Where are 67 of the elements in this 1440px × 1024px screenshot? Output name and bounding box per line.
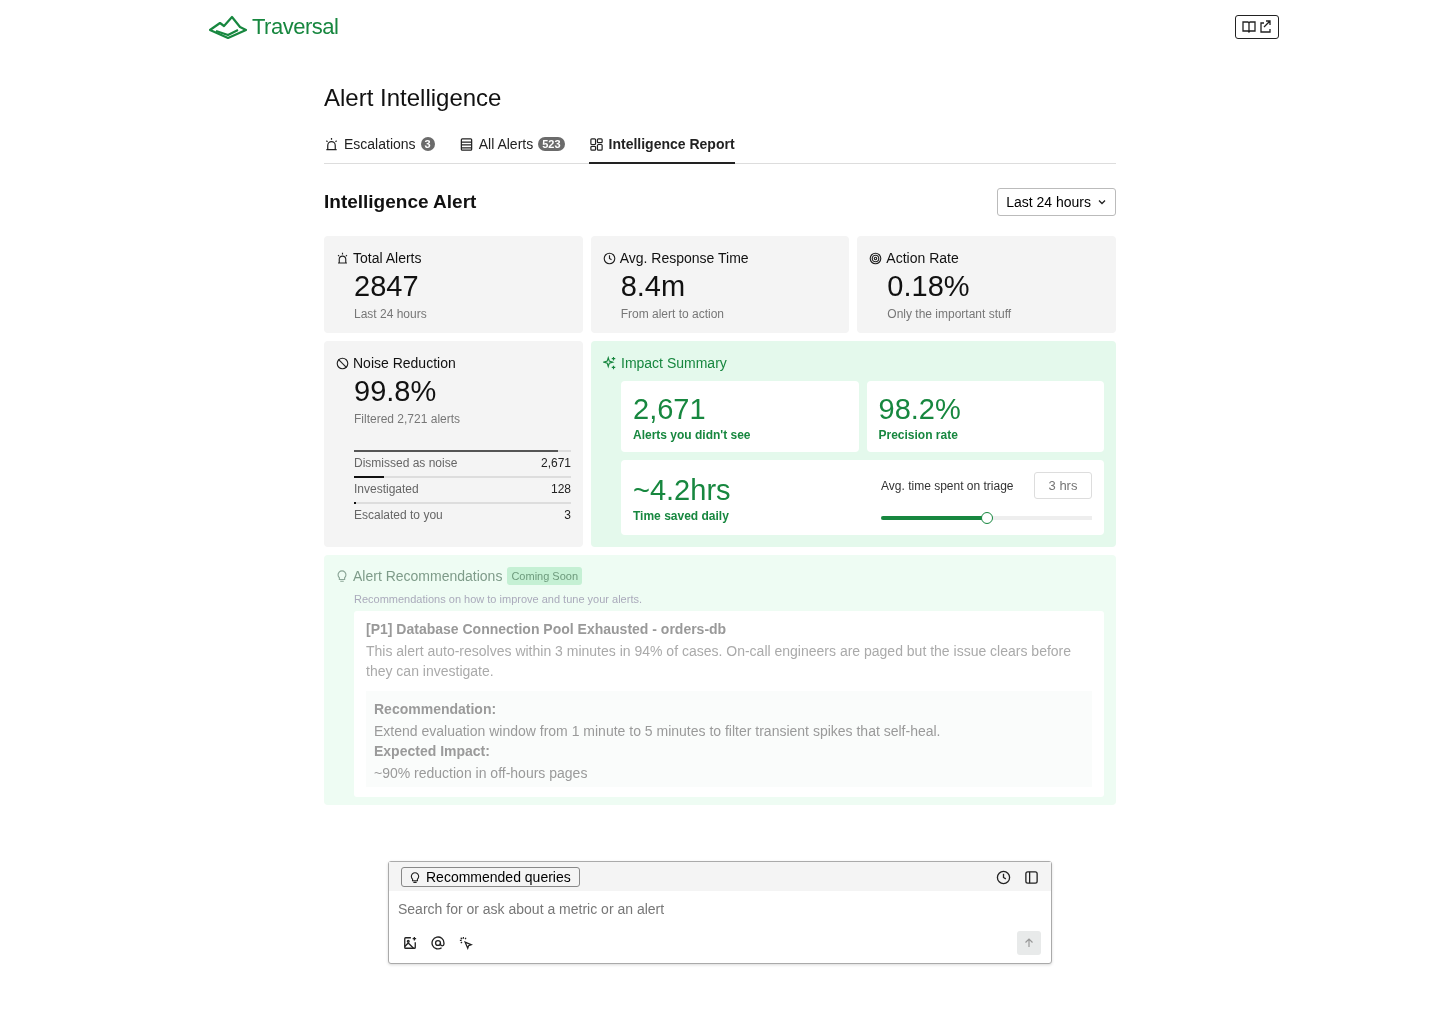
slider-thumb[interactable]: [980, 512, 993, 524]
image-icon[interactable]: [403, 936, 417, 950]
arrow-up-icon: [1024, 938, 1034, 948]
recommendation-text: Extend evaluation window from 1 minute to 5 minutes to filter transient spikes that self-heal.: [374, 723, 942, 739]
target-icon: [869, 251, 883, 265]
stat-label: Noise Reduction: [353, 355, 456, 371]
stat-caption: Last 24 hours: [354, 307, 428, 321]
page-title: Alert Intelligence: [324, 84, 503, 112]
impact-text: ~90% reduction in off-hours pages: [374, 765, 589, 781]
sparkle-icon: [603, 356, 617, 370]
chevron-down-icon: [1097, 197, 1107, 207]
lightbulb-icon: [336, 569, 348, 583]
stat-value: 0.18%: [887, 270, 971, 303]
recommendations-title: Alert Recommendations: [353, 568, 503, 584]
sidebar-icon[interactable]: [1024, 869, 1039, 885]
breakdown-count: 2,671: [540, 456, 571, 470]
pointer-click-icon[interactable]: [459, 936, 473, 950]
lightbulb-icon: [410, 870, 420, 884]
alert-title: [P1] Database Connection Pool Exhausted - orders-db: [366, 621, 728, 637]
siren-icon: [336, 251, 349, 265]
impact-value: 2,671: [633, 393, 707, 426]
book-external-icon: [1242, 20, 1272, 34]
stat-label: Action Rate: [886, 250, 959, 266]
clock-icon: [602, 251, 616, 265]
breakdown-count: 128: [550, 482, 571, 496]
dashboard-icon: [588, 136, 604, 152]
impact-label: Expected Impact:: [374, 743, 491, 759]
impact-title: Impact Summary: [621, 355, 727, 371]
stat-value: 99.8%: [354, 375, 438, 408]
impact-value: 98.2%: [878, 393, 962, 426]
query-box[interactable]: Recommended queries Search for or ask about a metric or an alert: [388, 861, 1052, 964]
time-range-dropdown[interactable]: Last 24 hours: [997, 188, 1116, 216]
section-title: Intelligence Alert: [324, 191, 477, 213]
breakdown-label: Dismissed as noise: [354, 456, 458, 470]
tab[interactable]: Intelligence Report: [588, 136, 735, 164]
recommended-queries-button[interactable]: Recommended queries: [401, 867, 580, 887]
triage-label: Avg. time spent on triage: [881, 478, 1014, 493]
history-icon[interactable]: [996, 869, 1011, 885]
muted-icon: [336, 356, 349, 370]
recommendation-label: Recommendation:: [374, 701, 498, 717]
impact-caption: Precision rate: [878, 428, 959, 442]
siren-icon: [324, 136, 339, 152]
stat-value: 2847: [354, 270, 420, 303]
stat-label: Avg. Response Time: [619, 250, 749, 266]
alert-description: This alert auto-resolves within 3 minutes in 94% of cases. On-call engineers are paged but the issue clears before they can investigate.: [366, 642, 1073, 681]
breakdown-label: Investigated: [354, 482, 419, 496]
query-input-field[interactable]: Search for or ask about a metric or an alert: [389, 891, 1051, 927]
stat-caption: Only the important stuff: [887, 307, 1013, 321]
stat-caption: Filtered 2,721 alerts: [354, 412, 462, 426]
list-icon: [458, 136, 474, 152]
recommendations-subtitle: Recommendations on how to improve and tune your alerts.: [354, 593, 643, 605]
tab[interactable]: Escalations 3: [324, 136, 435, 164]
impact-caption: Alerts you didn't see: [633, 428, 752, 442]
impact-value: ~4.2hrs: [633, 474, 731, 507]
mountain-logo-icon: [208, 14, 248, 40]
tab[interactable]: All Alerts 523: [458, 136, 565, 164]
stat-value: 8.4m: [620, 270, 687, 303]
logo-text: Traversal: [252, 14, 339, 40]
docs-link-button[interactable]: [1235, 15, 1279, 39]
breakdown-label: Escalated to you: [354, 508, 443, 522]
breakdown-count: 3: [564, 508, 571, 522]
mention-icon[interactable]: [431, 936, 445, 950]
impact-caption: Time saved daily: [633, 509, 730, 523]
triage-hours-input[interactable]: 3 hrs: [1034, 472, 1092, 499]
stat-caption: From alert to action: [620, 307, 726, 321]
coming-soon-tag: Coming Soon: [507, 567, 583, 585]
stat-label: Total Alerts: [353, 250, 422, 266]
